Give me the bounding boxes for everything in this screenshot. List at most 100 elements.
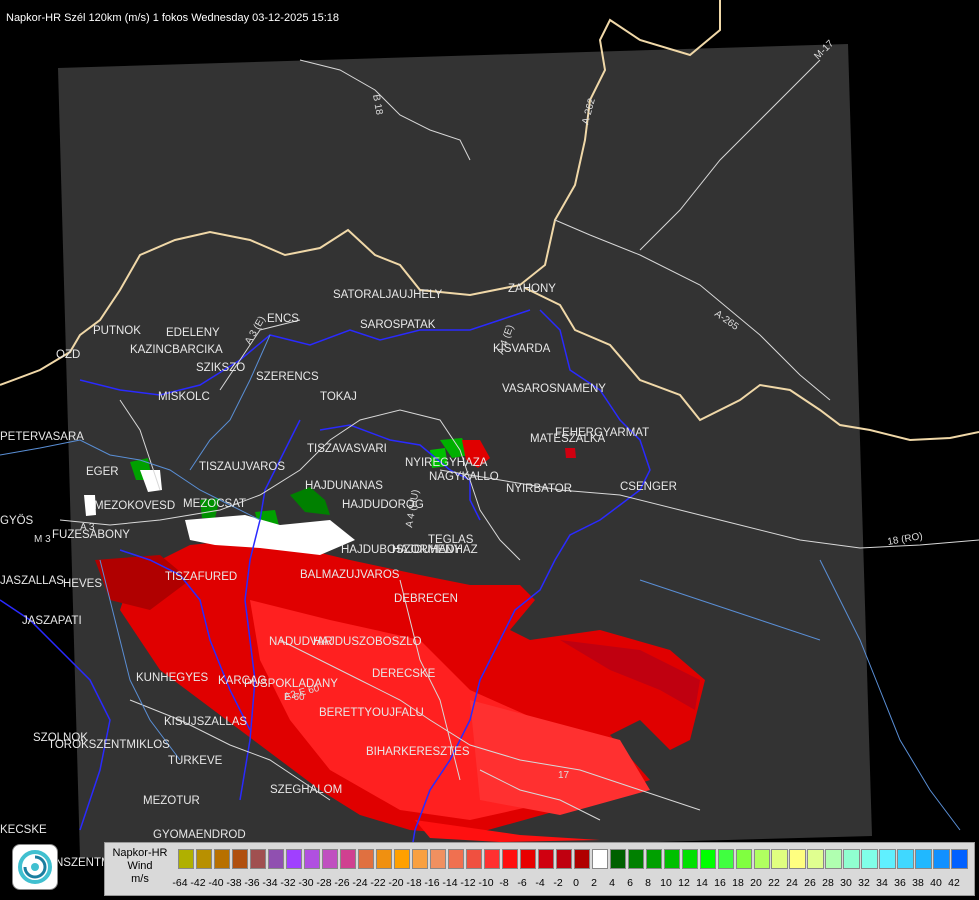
city-label: NAGYKALLO (429, 471, 499, 483)
legend-tick-label: 32 (858, 877, 870, 889)
legend-tick-label: -26 (334, 877, 350, 889)
legend-swatch (195, 849, 213, 869)
city-label: SZIKSZO (196, 362, 245, 374)
legend-tick-label: -34 (262, 877, 278, 889)
city-label: PUSPOKLADANY (244, 678, 338, 690)
legend-swatch (951, 849, 968, 869)
city-label: PETERVASARA (0, 431, 84, 443)
legend-tick-label: 8 (645, 877, 651, 889)
legend-tick-label: -24 (352, 877, 368, 889)
legend-ticks: -64 -42 -40 -38 -36 -34 -32 -30 -28 -26 -24 -22 -20-… (171, 877, 963, 889)
legend-swatch (933, 849, 950, 869)
city-label: DERECSKE (372, 668, 436, 680)
legend-tick-label: 34 (876, 877, 888, 889)
legend-swatch (447, 849, 464, 869)
legend-swatch (465, 849, 482, 869)
legend-swatch (663, 849, 680, 869)
legend-swatch (303, 849, 321, 869)
legend-name-line1: Napkor-HR (112, 847, 168, 859)
city-label: TISZAVASVARI (307, 443, 387, 455)
legend-tick-label: -38 (226, 877, 242, 889)
legend-tick-label: -4 (535, 877, 545, 889)
city-label: MEZOCSAT (183, 498, 246, 510)
city-label: EGER (86, 466, 119, 478)
city-label: KAZINCBARCIKA (130, 344, 223, 356)
legend-tick-label: -30 (298, 877, 314, 889)
radar-map[interactable]: SATORALJAUJHELYSAROSPATAKZAHONYKISVARDAV… (0, 0, 979, 900)
legend-tick-label: -6 (517, 877, 527, 889)
city-label: NYIREGYHAZA (405, 457, 488, 469)
city-label: TISZAFURED (165, 571, 237, 583)
city-label: TOROKSZENTMIKLOS (48, 739, 170, 751)
legend-tick-label: 20 (750, 877, 762, 889)
legend-tick-label: -12 (460, 877, 476, 889)
legend-tick-label: 6 (627, 877, 633, 889)
legend-swatch (825, 849, 842, 869)
legend-swatch (753, 849, 770, 869)
legend-tick-label: -32 (280, 877, 296, 889)
city-label: CSENGER (620, 481, 677, 493)
legend-swatch (537, 849, 554, 869)
swirl-icon (18, 850, 52, 884)
legend-tick-label: 24 (786, 877, 798, 889)
legend-tick-label: -40 (208, 877, 224, 889)
city-label: KUNHEGYES (136, 672, 209, 684)
legend-tick-label: -16 (424, 877, 440, 889)
city-label: EDELENY (166, 327, 220, 339)
legend-name-line2: Wind (127, 860, 153, 872)
city-label: GYÖS (0, 515, 34, 527)
city-label: GYOMAENDROD (153, 829, 246, 841)
legend-tick-label: 28 (822, 877, 834, 889)
city-label: HEVES (63, 578, 102, 590)
city-label: KECSKE (0, 824, 47, 836)
legend-swatch (843, 849, 860, 869)
legend-tick-label: -14 (442, 877, 458, 889)
legend-swatch (699, 849, 716, 869)
legend-swatch (411, 849, 428, 869)
city-label: ENCS (267, 313, 299, 325)
legend-swatch (591, 849, 608, 869)
legend-tick-label: -2 (553, 877, 563, 889)
legend-swatch (321, 849, 339, 869)
legend-swatch (483, 849, 500, 869)
legend-tick-label: 26 (804, 877, 816, 889)
legend-tick-label: -28 (316, 877, 332, 889)
legend-swatch (771, 849, 788, 869)
road-label: M 3 (34, 534, 51, 545)
legend-tick-label: -8 (499, 877, 509, 889)
legend-swatch (429, 849, 446, 869)
legend-tick-label: 40 (930, 877, 942, 889)
legend-swatch (519, 849, 536, 869)
legend-tick-label: 10 (660, 877, 672, 889)
legend-swatch (555, 849, 572, 869)
legend-swatch (627, 849, 644, 869)
legend-tick-label: 18 (732, 877, 744, 889)
legend-swatch (573, 849, 590, 869)
city-label: MEZOTUR (143, 795, 200, 807)
legend-swatch (879, 849, 896, 869)
legend-tick-label: -18 (406, 877, 422, 889)
road-label: 17 (558, 770, 570, 781)
city-label: HAJDUHADHAZ (392, 544, 478, 556)
legend-title: Napkor-HR Wind m/s (105, 847, 175, 886)
city-label: SATORALJAUJHELY (333, 289, 443, 301)
legend-swatch (231, 849, 249, 869)
legend-swatch (735, 849, 752, 869)
legend-tick-label: -20 (388, 877, 404, 889)
legend-swatch (897, 849, 914, 869)
city-label: MATESZALKA (530, 433, 606, 445)
city-label: KISUJSZALLAS (164, 716, 247, 728)
legend-unit: m/s (131, 873, 149, 885)
city-label: MISKOLC (158, 391, 210, 403)
legend-tick-label: 22 (768, 877, 780, 889)
legend-swatch (339, 849, 357, 869)
legend-tick-label: 42 (948, 877, 960, 889)
city-label: PUTNOK (93, 325, 141, 337)
legend-swatch (861, 849, 878, 869)
city-label: TOKAJ (320, 391, 357, 403)
city-label: BALMAZUJVAROS (300, 569, 400, 581)
city-label: ZAHONY (508, 283, 556, 295)
city-label: BERETTYOUJFALU (319, 707, 424, 719)
city-label: TURKEVE (168, 755, 223, 767)
city-label: BIHARKERESZTES (366, 746, 470, 758)
